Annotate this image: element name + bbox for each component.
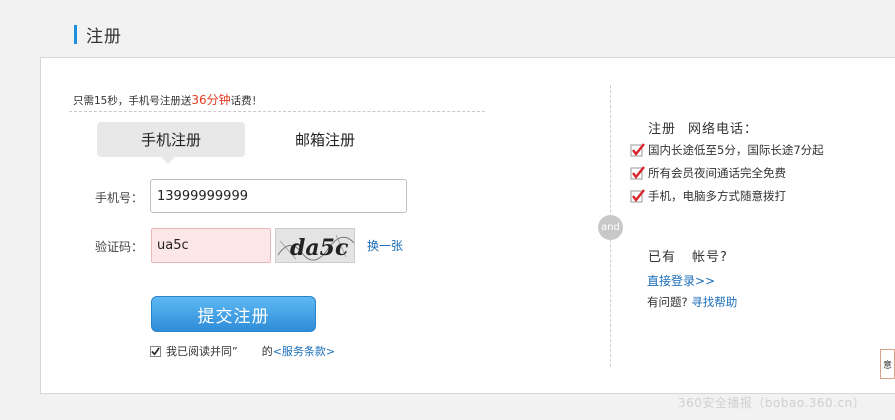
tab-phone-register[interactable]: 手机注册 <box>97 122 245 164</box>
help-prefix: 有问题? <box>647 295 688 309</box>
promo-text: 只需15秒，手机号注册送36分钟话费！ <box>73 91 262 108</box>
checkmark-icon <box>151 346 160 355</box>
benefit-text: 手机，电脑多方式随意拨打 <box>648 189 786 203</box>
captcha-input[interactable] <box>151 228 271 263</box>
benefits-title-b: 网络电话： <box>688 122 759 137</box>
agree-checkbox[interactable] <box>150 345 161 357</box>
have-account-a: 已有 <box>648 250 677 265</box>
page-title: 注册 <box>86 26 122 47</box>
benefits-title: 注册 网络电话： <box>648 118 758 137</box>
find-help-link[interactable]: 寻找帮助 <box>691 295 737 309</box>
captcha-image-graphic: da5c <box>276 229 354 262</box>
benefit-item: 国内长途低至5分，国际长途7分起 <box>630 142 824 158</box>
title-accent-bar <box>74 24 77 44</box>
terms-link[interactable]: <服务条款> <box>273 343 335 359</box>
benefit-item: 所有会员夜间通话完全免费 <box>630 165 786 181</box>
captcha-image-text: da5c <box>290 235 349 261</box>
submit-register-button[interactable]: 提交注册 <box>151 296 316 332</box>
direct-login-link[interactable]: 直接登录>> <box>647 272 715 289</box>
feedback-side-tab[interactable]: 意 <box>880 349 895 379</box>
checked-box-icon <box>630 142 645 156</box>
and-badge: and <box>598 215 623 240</box>
page-header: 注册 <box>74 24 122 47</box>
promo-divider <box>69 111 485 112</box>
captcha-image[interactable]: da5c <box>275 228 355 263</box>
agree-tail: 的 <box>261 345 273 358</box>
tab-email-register[interactable]: 邮箱注册 <box>251 122 399 157</box>
benefit-item: 手机，电脑多方式随意拨打 <box>630 188 786 204</box>
captcha-label: 验证码： <box>95 240 144 254</box>
checked-box-icon <box>630 188 645 202</box>
watermark: 360安全播报（bobao.360.cn） <box>678 396 866 410</box>
agree-text: 我已阅读并同 <box>166 345 232 358</box>
have-account-title: 已有 帐号? <box>648 246 728 265</box>
agreement-row: 我已阅读并同” 的 <服务条款> <box>150 343 335 359</box>
change-captcha-link[interactable]: 换一张 <box>367 237 403 254</box>
have-account-b: 帐号? <box>692 250 728 265</box>
phone-input[interactable] <box>150 179 407 213</box>
benefit-text: 国内长途低至5分，国际长途7分起 <box>648 143 824 157</box>
help-line: 有问题? 寻找帮助 <box>647 294 737 310</box>
promo-highlight: 36分钟 <box>191 93 231 107</box>
benefit-text: 所有会员夜间通话完全免费 <box>648 166 786 180</box>
registration-panel: 只需15秒，手机号注册送36分钟话费！ 手机注册 邮箱注册 手机号： 验证码： … <box>40 57 895 394</box>
promo-prefix: 只需15秒，手机号注册送 <box>73 95 192 107</box>
benefits-title-a: 注册 <box>648 122 677 137</box>
phone-label: 手机号： <box>95 191 144 205</box>
promo-suffix: 话费！ <box>230 95 263 107</box>
checked-box-icon <box>630 165 645 179</box>
agree-mark: ” <box>232 344 238 358</box>
